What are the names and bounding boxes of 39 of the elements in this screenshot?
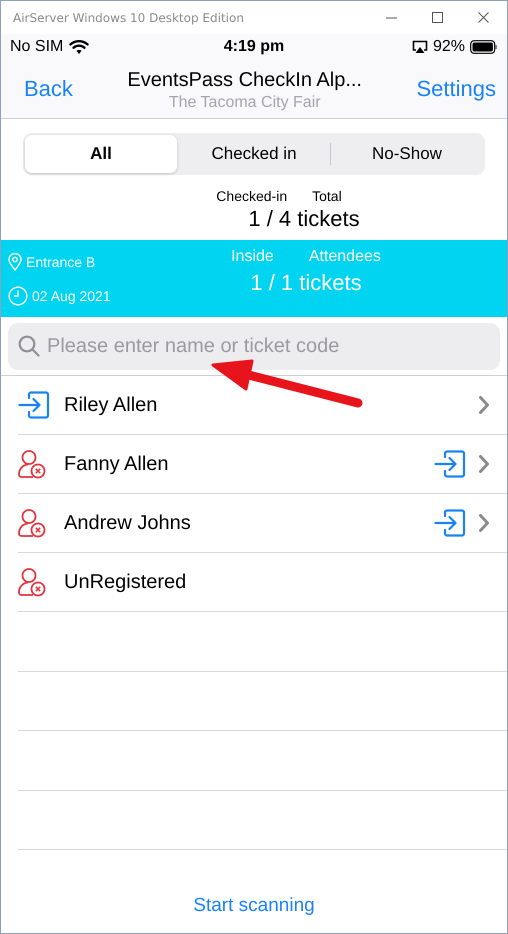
battery-percent: 92% [432,38,465,56]
chevron-icon[interactable] [478,454,490,474]
event-date: 02 Aug 2021 [32,288,111,304]
battery-icon [470,40,498,54]
attendee-name: Fanny Allen [64,452,170,476]
stat-label: Attendees [308,248,381,266]
search-field[interactable]: Please enter name or ticket code [8,323,500,370]
maximize-icon[interactable] [432,12,443,23]
clock-time: 4:19 pm [224,38,284,55]
chevron-icon[interactable] [478,395,490,415]
chevron-icon[interactable] [478,513,490,533]
check-in-button[interactable] [434,509,466,537]
location-pin-icon [8,253,22,272]
search-icon [18,335,40,357]
attendee-name: Andrew Johns [64,512,192,534]
minimize-icon[interactable] [386,16,397,18]
settings-button[interactable]: Settings [416,76,496,102]
window-title: AirServer Windows 10 Desktop Edition [13,10,245,24]
nav-title: EventsPass CheckIn Alp... [127,68,362,92]
filter-tab[interactable]: Checked in [178,135,330,173]
close-icon[interactable] [478,12,489,23]
airplay-icon [412,40,428,54]
gate-location: Entrance B [26,254,96,270]
check-in-button[interactable] [434,450,466,478]
attendee-name: Riley Allen [64,394,158,416]
ticket-count: 1 / 4 tickets [247,206,360,232]
stat-label: Inside [231,248,274,266]
stat-label: Checked-in [216,188,288,204]
stat-label: Total [312,188,342,204]
start-scanning-button[interactable]: Start scanning [193,894,315,916]
clock-icon [8,286,28,306]
attendee-name: UnRegistered [64,570,188,594]
back-button[interactable]: Back [24,76,73,102]
ticket-count: 1 / 1 tickets [250,270,362,296]
wifi-icon [69,40,90,54]
filter-tab[interactable]: No-Show [331,135,483,173]
carrier-label: No SIM [10,38,64,56]
filter-tab[interactable]: All [25,135,177,173]
nav-subtitle: The Tacoma City Fair [168,94,321,112]
